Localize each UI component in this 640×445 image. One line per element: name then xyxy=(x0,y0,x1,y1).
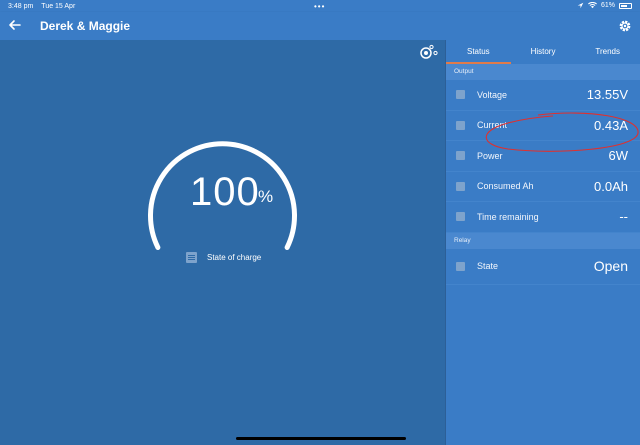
main-panel: 100 % State of charge xyxy=(0,40,445,445)
status-date: Tue 15 Apr xyxy=(41,2,76,10)
section-output: Output xyxy=(446,64,640,80)
row-consumed-ah[interactable]: Consumed Ah 0.0Ah xyxy=(446,172,640,202)
location-icon xyxy=(577,2,584,9)
row-value: 13.55V xyxy=(586,87,628,103)
gear-icon[interactable] xyxy=(618,19,632,33)
section-relay: Relay xyxy=(446,232,640,249)
switch-view-icon[interactable] xyxy=(420,44,438,60)
row-value: Open xyxy=(593,258,628,274)
voltage-icon xyxy=(456,90,465,100)
soc-value: 100 xyxy=(190,170,260,214)
soc-unit: % xyxy=(258,187,274,206)
row-label: Voltage xyxy=(477,89,508,100)
status-right: 61% xyxy=(577,2,632,9)
current-icon xyxy=(456,120,465,130)
row-label: Power xyxy=(477,150,503,161)
row-value: 0.0Ah xyxy=(594,178,628,194)
home-indicator[interactable] xyxy=(236,437,406,440)
status-time: 3:48 pm xyxy=(8,2,34,10)
status-bar: 3:48 pm Tue 15 Apr ••• 61% xyxy=(0,0,640,12)
battery-icon xyxy=(619,2,632,9)
tab-status[interactable]: Status xyxy=(446,40,511,64)
battery-percent: 61% xyxy=(600,2,615,9)
row-label: Time remaining xyxy=(477,211,539,222)
details-panel: Status History Trends Output Voltage 13.… xyxy=(445,40,640,445)
back-arrow-icon[interactable] xyxy=(8,18,22,32)
app-header: Derek & Maggie xyxy=(0,12,640,40)
row-relay-state[interactable]: State Open xyxy=(446,249,640,285)
tab-history[interactable]: History xyxy=(511,40,576,64)
clock-icon xyxy=(456,212,465,222)
row-label: Consumed Ah xyxy=(477,181,534,192)
page-title: Derek & Maggie xyxy=(40,19,131,33)
row-label: Current xyxy=(477,120,508,131)
tab-bar: Status History Trends xyxy=(446,40,640,64)
row-time-remaining[interactable]: Time remaining -- xyxy=(446,202,640,233)
battery-list-icon xyxy=(186,252,197,263)
relay-icon xyxy=(456,261,465,271)
power-icon xyxy=(456,151,465,161)
row-value: 6W xyxy=(608,148,629,164)
consumed-icon xyxy=(456,181,465,191)
tab-trends[interactable]: Trends xyxy=(575,40,640,64)
soc-label-group: State of charge xyxy=(186,252,261,263)
row-current[interactable]: Current 0.43A xyxy=(446,111,640,141)
row-voltage[interactable]: Voltage 13.55V xyxy=(446,80,640,111)
soc-label: State of charge xyxy=(207,253,262,262)
row-value: 0.43A xyxy=(594,117,628,133)
multitasking-dots[interactable]: ••• xyxy=(314,2,325,11)
row-value: -- xyxy=(619,209,628,225)
row-power[interactable]: Power 6W xyxy=(446,141,640,172)
row-label: State xyxy=(477,261,499,271)
wifi-icon xyxy=(587,2,597,9)
